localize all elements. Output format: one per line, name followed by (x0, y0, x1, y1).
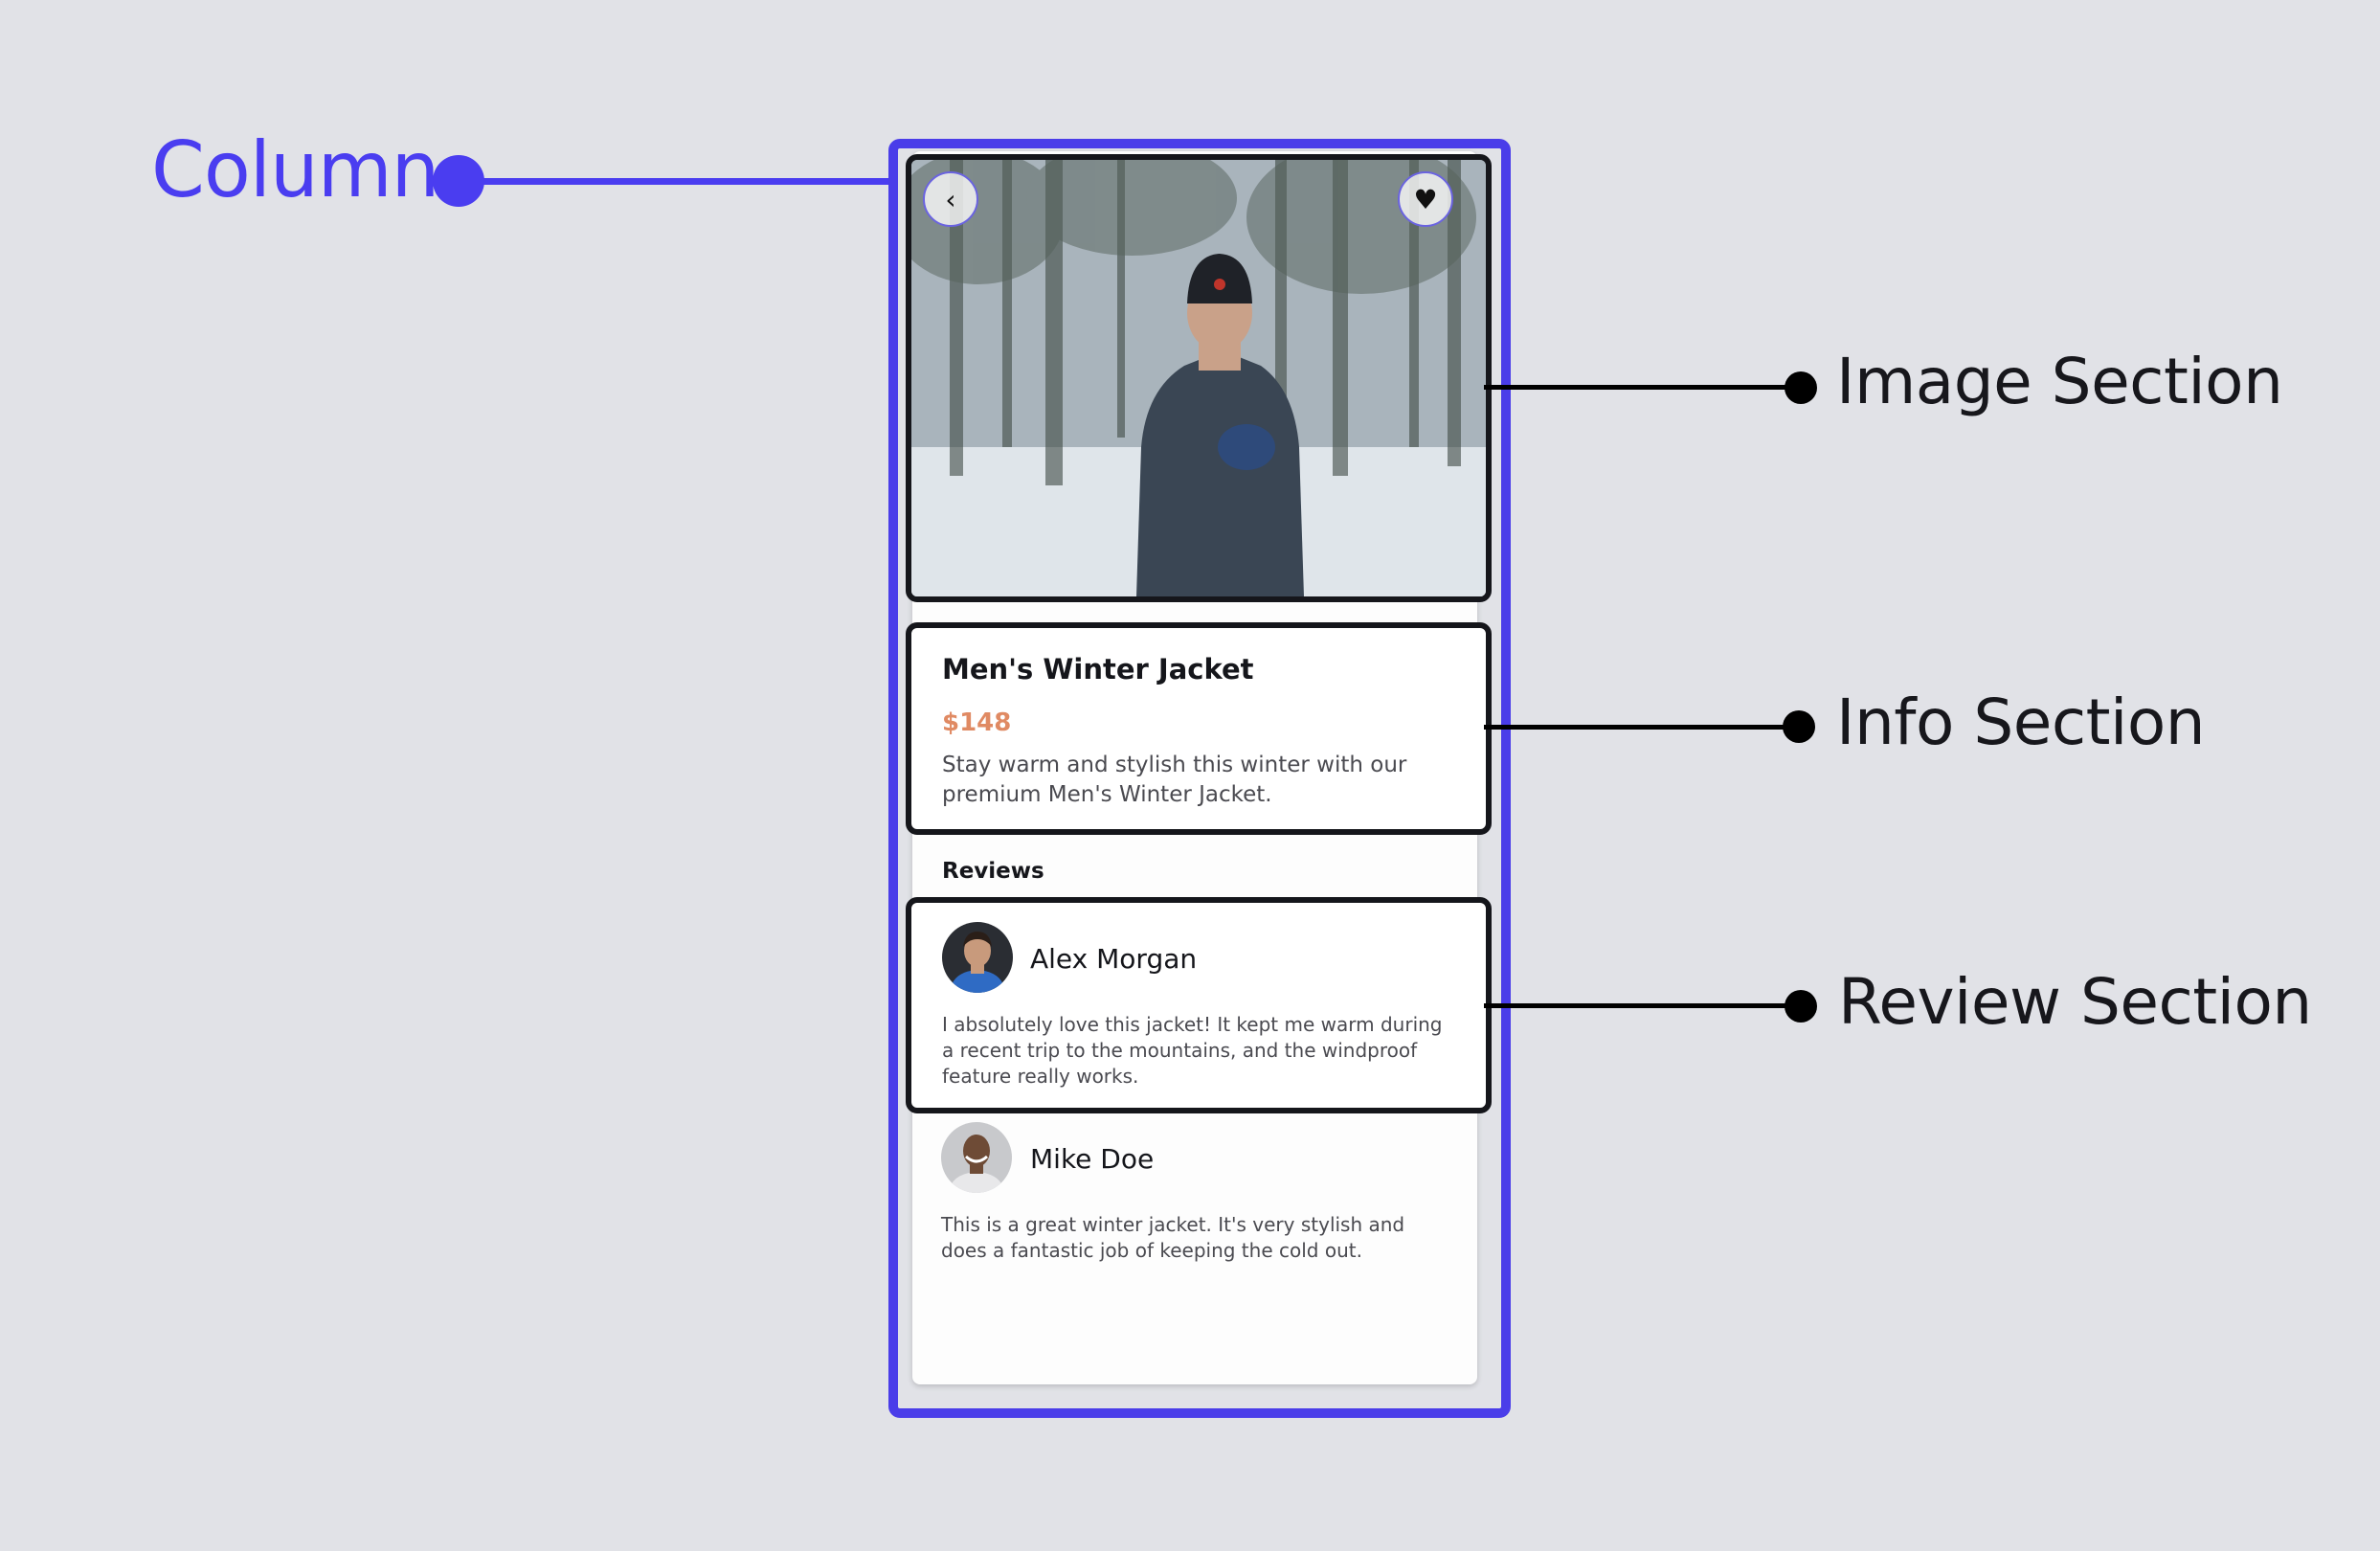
info-section: Men's Winter Jacket $148 Stay warm and s… (906, 622, 1492, 835)
image-callout-dot (1785, 371, 1817, 404)
product-photo (911, 160, 1486, 596)
review-text: I absolutely love this jacket! It kept m… (942, 1013, 1443, 1088)
image-callout-line (1484, 385, 1802, 390)
image-section-label: Image Section (1836, 345, 2283, 418)
review-callout-dot (1785, 990, 1817, 1023)
avatar (942, 922, 1013, 993)
info-section-label: Info Section (1836, 686, 2206, 759)
product-description: Stay warm and stylish this winter with o… (942, 753, 1407, 807)
back-button[interactable]: ‹ (923, 171, 978, 227)
reviewer-name: Mike Doe (1030, 1143, 1155, 1175)
column-callout-label: Column (151, 125, 439, 214)
reviewer-name: Alex Morgan (1030, 943, 1198, 975)
review-section: Alex Morgan I absolutely love this jacke… (906, 897, 1492, 1113)
column-callout-line (469, 178, 892, 185)
review-callout-line (1484, 1003, 1802, 1008)
product-title: Men's Winter Jacket (942, 653, 1254, 686)
info-callout-line (1484, 725, 1802, 730)
image-section: ‹ ♥ (906, 154, 1492, 602)
heart-icon: ♥ (1413, 183, 1438, 215)
chevron-left-icon: ‹ (945, 183, 956, 215)
review-text: This is a great winter jacket. It's very… (941, 1213, 1405, 1262)
info-callout-dot (1783, 710, 1815, 743)
reviews-heading: Reviews (942, 859, 1044, 884)
favorite-button[interactable]: ♥ (1398, 171, 1453, 227)
avatar (941, 1122, 1012, 1193)
review-section-label: Review Section (1838, 965, 2312, 1039)
product-price: $148 (942, 708, 1012, 737)
